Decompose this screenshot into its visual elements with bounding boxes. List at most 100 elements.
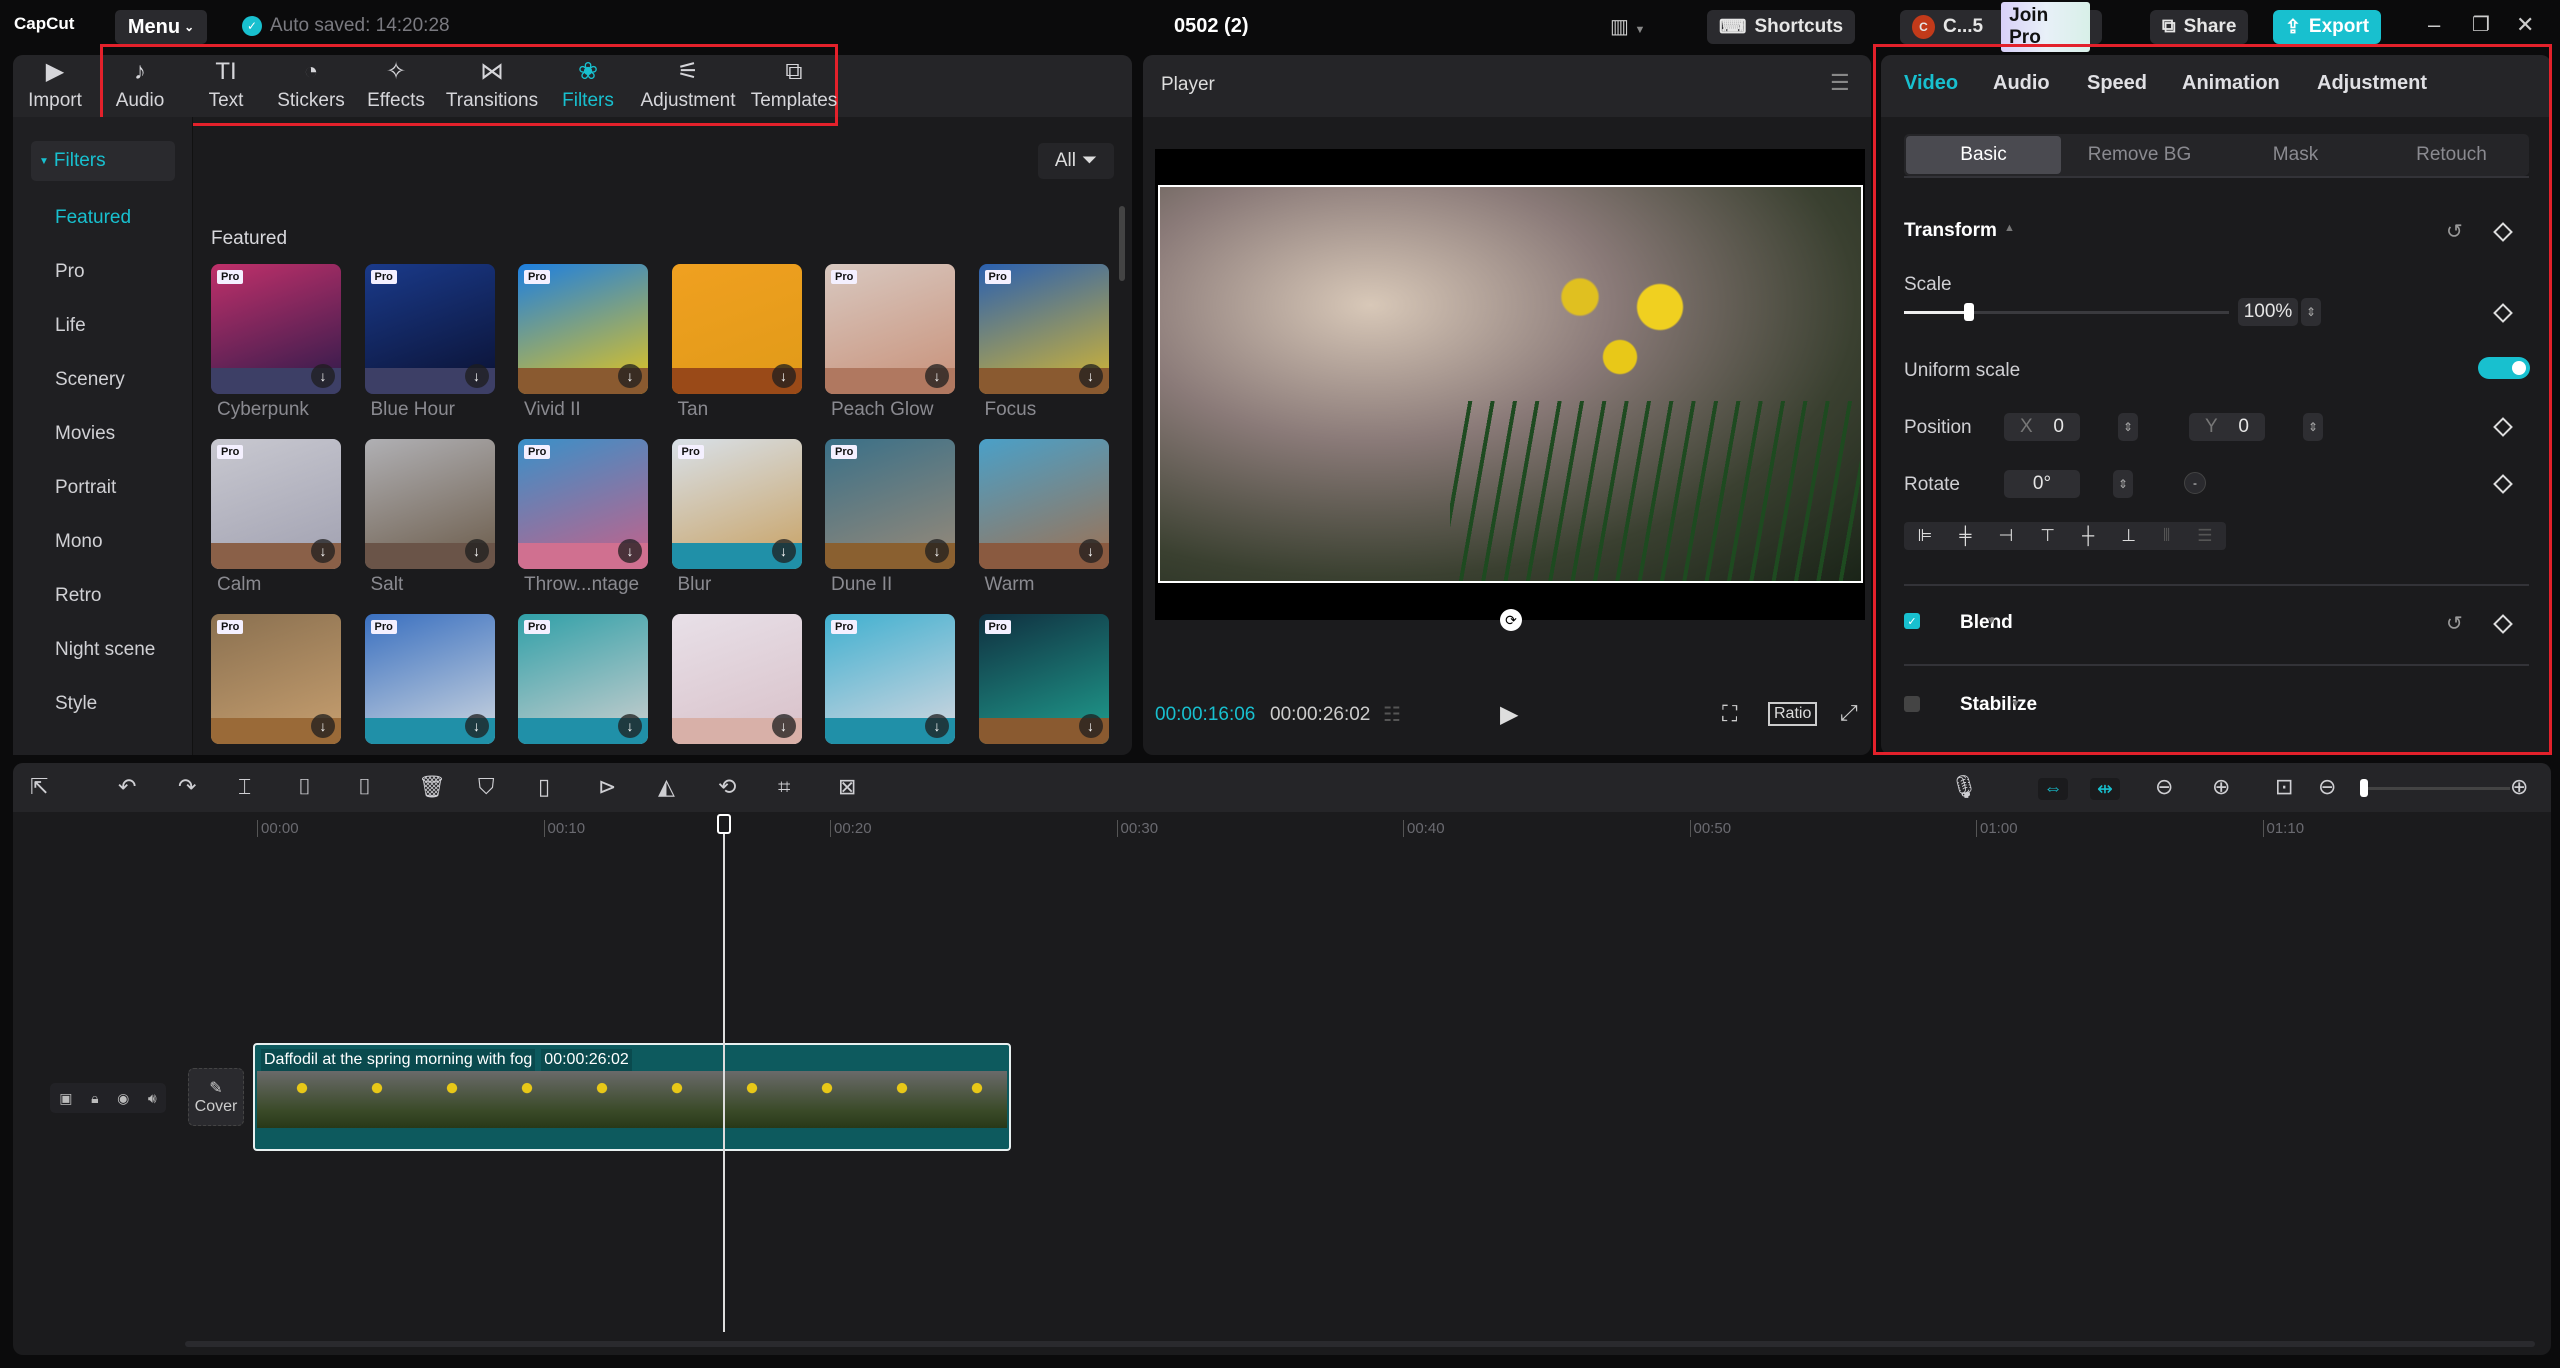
tab-adjustment[interactable]: ⚟ Adjustment (640, 58, 735, 112)
tab-effects[interactable]: ✧ Effects (356, 58, 436, 112)
freeze-icon[interactable]: ▯ (538, 774, 550, 800)
filter-thumbnail[interactable]: Pro ↓ (671, 439, 802, 569)
tab-audio[interactable]: Audio (1993, 72, 2050, 95)
sidebar-item-retro[interactable]: Retro (55, 585, 101, 607)
video-clip[interactable]: Daffodil at the spring morning with fog 0… (253, 1043, 1011, 1151)
hamburger-icon[interactable]: ☰ (1830, 70, 1850, 96)
zoom-fit-icon[interactable]: ⛶ (1722, 701, 1737, 727)
tab-import[interactable]: ▶ Import (15, 58, 95, 112)
zoom-out-icon[interactable]: ⊖ (2318, 774, 2336, 800)
filter-thumbnail[interactable]: ↓ (671, 264, 802, 394)
select-icon[interactable]: ⇱ (30, 774, 48, 800)
timeline-scrollbar[interactable] (185, 1341, 2535, 1347)
download-icon[interactable]: ↓ (311, 714, 335, 738)
download-icon[interactable]: ↓ (464, 364, 489, 388)
tab-templates[interactable]: ⧉ Templates (751, 58, 838, 112)
zoom-slider-handle[interactable] (2360, 779, 2368, 797)
filter-thumbnail[interactable]: Pro ↓ (211, 614, 341, 744)
zoom-in-icon[interactable]: ⊕ (2510, 774, 2528, 800)
tab-speed[interactable]: Speed (2087, 72, 2147, 95)
sidebar-item-scenery[interactable]: Scenery (55, 369, 125, 391)
scrollbar[interactable] (1119, 206, 1125, 281)
subtab-remove-bg[interactable]: Remove BG (2062, 136, 2217, 174)
filter-thumbnail[interactable]: Pro ↓ (364, 264, 495, 394)
layout-icon[interactable]: ▥ ▼ (1610, 14, 1645, 39)
rotate-icon[interactable]: ⟲ (718, 774, 736, 800)
playhead-handle[interactable] (717, 814, 731, 834)
download-icon[interactable]: ↓ (925, 714, 949, 738)
playhead[interactable] (723, 822, 725, 1332)
sidebar-item-life[interactable]: Life (55, 315, 86, 337)
subtab-mask[interactable]: Mask (2218, 136, 2373, 174)
tab-text[interactable]: TI Text (186, 58, 266, 112)
sidebar-item-movies[interactable]: Movies (55, 423, 115, 445)
filter-thumbnail[interactable]: Pro ↓ (364, 614, 495, 744)
zoom-slider[interactable] (2360, 779, 2510, 797)
auto-reframe-icon[interactable]: ⊠ (838, 774, 856, 800)
link-icon[interactable]: ⊖ (2155, 774, 2173, 800)
download-icon[interactable]: ↓ (1078, 364, 1103, 388)
fullscreen-icon[interactable]: ⤢ (1840, 700, 1858, 726)
rotate-handle-icon[interactable]: ⟳ (1500, 609, 1522, 631)
share-button[interactable]: ⧉ Share (2150, 10, 2249, 44)
download-icon[interactable]: ↓ (311, 364, 335, 388)
play-icon[interactable]: ▶ (1500, 700, 1518, 729)
filter-thumbnail[interactable]: Pro ↓ (825, 614, 955, 744)
download-icon[interactable]: ↓ (464, 714, 489, 738)
tab-adjustment[interactable]: Adjustment (2317, 72, 2427, 95)
split-audio-icon[interactable]: ⊕ (2212, 774, 2230, 800)
subtab-basic[interactable]: Basic (1906, 136, 2061, 174)
filter-thumbnail[interactable]: Pro ↓ (211, 264, 341, 394)
undo-icon[interactable]: ↶ (118, 774, 136, 800)
download-icon[interactable]: ↓ (1078, 539, 1103, 563)
download-icon[interactable]: ↓ (771, 714, 796, 738)
sidebar-item-night-scene[interactable]: Night scene (55, 639, 155, 661)
microphone-icon[interactable]: 🎙︎ (1950, 774, 1978, 800)
cover-button[interactable]: ✎ Cover (188, 1068, 244, 1126)
export-button[interactable]: ⇪ Export (2273, 10, 2382, 44)
tab-video[interactable]: Video (1904, 72, 1958, 95)
filter-thumbnail[interactable]: Pro ↓ (518, 614, 648, 744)
sidebar-header-filters[interactable]: ▼ Filters (31, 141, 175, 181)
filter-thumbnail[interactable]: ↓ (978, 439, 1109, 569)
magnet-icon[interactable]: ⇔ (2038, 778, 2068, 800)
subtab-retouch[interactable]: Retouch (2374, 136, 2529, 174)
download-icon[interactable]: ↓ (925, 539, 949, 563)
ratio-button[interactable]: Ratio (1768, 702, 1818, 726)
volume-icon[interactable]: 🔊︎ (148, 1090, 157, 1107)
sidebar-item-style[interactable]: Style (55, 693, 97, 715)
lock-icon[interactable]: 🔒︎ (91, 1090, 98, 1107)
filter-thumbnail[interactable]: Pro ↓ (825, 264, 955, 394)
menu-button[interactable]: Menu ⌄ (115, 10, 207, 44)
mirror-icon[interactable]: ◭ (658, 774, 675, 800)
sidebar-item-featured[interactable]: Featured (55, 207, 131, 229)
redo-icon[interactable]: ↷ (178, 774, 196, 800)
filter-thumbnail[interactable]: Pro ↓ (518, 439, 648, 569)
filter-all-dropdown[interactable]: All ⏷ (1038, 143, 1114, 179)
tab-stickers[interactable]: ◔ Stickers (271, 58, 351, 112)
tab-transitions[interactable]: ⋈ Transitions (446, 58, 538, 112)
minimize-icon[interactable]: – (2428, 12, 2440, 38)
split-right-icon[interactable]: ⌷ (358, 774, 371, 800)
filter-thumbnail[interactable]: Pro ↓ (825, 439, 955, 569)
tab-audio[interactable]: ♪ Audio (100, 58, 180, 112)
track-video-icon[interactable]: ▣ (59, 1090, 72, 1107)
download-icon[interactable]: ↓ (618, 364, 642, 388)
download-icon[interactable]: ↓ (311, 539, 335, 563)
auto-snap-icon[interactable]: ⇹ (2090, 778, 2120, 800)
account-button[interactable]: C C...5 Join Pro (1900, 2, 2102, 52)
marker-icon[interactable]: ⛉ (478, 774, 495, 800)
eye-icon[interactable]: ◉ (117, 1090, 129, 1107)
reverse-icon[interactable]: ⊳ (598, 774, 616, 800)
shortcuts-button[interactable]: ⌨ Shortcuts (1707, 10, 1856, 44)
close-icon[interactable]: ✕ (2516, 12, 2534, 38)
filter-thumbnail[interactable]: ↓ (671, 614, 802, 744)
crop-icon[interactable]: ⌗ (778, 774, 790, 800)
delete-icon[interactable]: 🗑︎ (418, 774, 446, 800)
download-icon[interactable]: ↓ (771, 364, 796, 388)
split-left-icon[interactable]: ⌷ (298, 774, 311, 800)
tab-animation[interactable]: Animation (2182, 72, 2280, 95)
filter-thumbnail[interactable]: Pro ↓ (518, 264, 648, 394)
preview-icon[interactable]: ⊡ (2275, 774, 2293, 800)
tab-filters[interactable]: ❀ Filters (548, 58, 628, 112)
